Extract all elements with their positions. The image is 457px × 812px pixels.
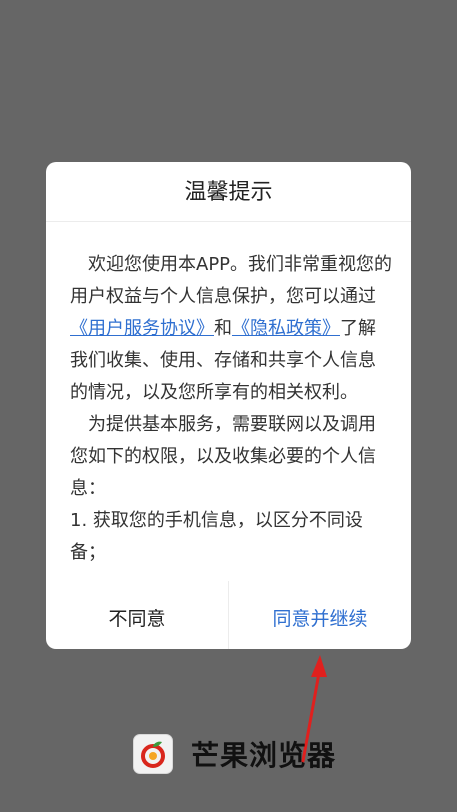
mango-browser-logo-icon (133, 734, 173, 774)
screen: 温馨提示 欢迎您使用本APP。我们非常重视您的用户权益与个人信息保护，您可以通过… (0, 0, 457, 812)
permission-item: 1. 获取您的手机信息，以区分不同设备； (70, 510, 363, 563)
brand-footer: 芒果浏览器 (133, 734, 336, 774)
privacy-dialog: 温馨提示 欢迎您使用本APP。我们非常重视您的用户权益与个人信息保护，您可以通过… (46, 162, 411, 649)
permissions-paragraph: 为提供基本服务，需要联网以及调用您如下的权限，以及收集必要的个人信息： (70, 414, 376, 499)
privacy-policy-link[interactable]: 《隐私政策》 (232, 318, 340, 339)
intro-paragraph: 欢迎您使用本APP。我们非常重视您的用户权益与个人信息保护，您可以通过《用户服务… (70, 249, 393, 409)
brand-name: 芒果浏览器 (191, 739, 337, 772)
dialog-body: 欢迎您使用本APP。我们非常重视您的用户权益与个人信息保护，您可以通过《用户服务… (70, 249, 393, 589)
agree-continue-button[interactable]: 同意并继续 (229, 585, 411, 649)
user-agreement-link[interactable]: 《用户服务协议》 (70, 318, 214, 339)
and-text: 和 (214, 318, 232, 339)
dialog-buttons: 不同意 同意并继续 (46, 581, 411, 649)
disagree-button[interactable]: 不同意 (46, 585, 228, 649)
dialog-title: 温馨提示 (46, 162, 411, 222)
intro-text: 欢迎您使用本APP。我们非常重视您的用户权益与个人信息保护，您可以通过 (70, 254, 393, 307)
